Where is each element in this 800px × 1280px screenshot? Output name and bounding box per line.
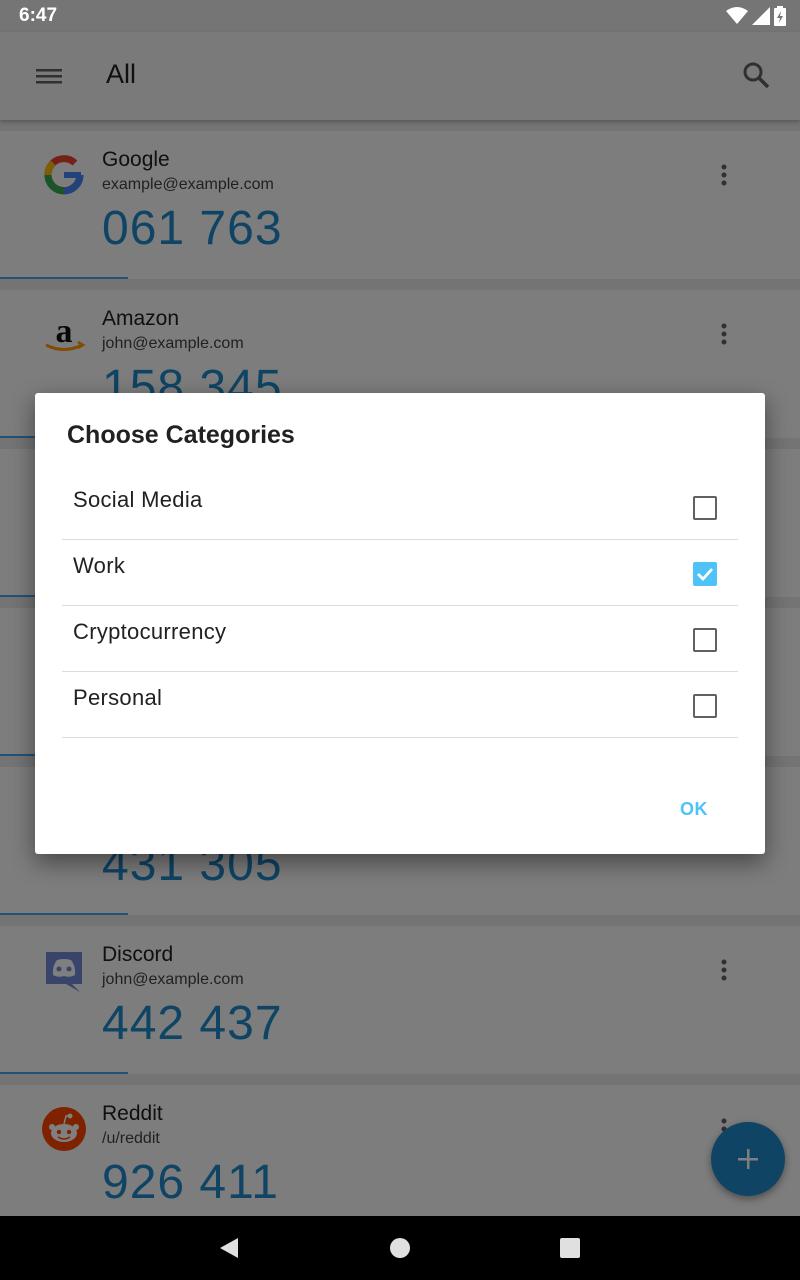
category-option-work[interactable]: Work <box>62 540 738 606</box>
home-icon[interactable] <box>389 1237 411 1259</box>
category-checkbox[interactable] <box>693 694 717 718</box>
navigation-bar <box>0 1216 800 1280</box>
category-label: Cryptocurrency <box>73 619 227 644</box>
status-icons <box>726 6 786 26</box>
dialog-title: Choose Categories <box>67 421 295 449</box>
category-label: Personal <box>73 685 163 710</box>
cell-signal-icon <box>752 7 770 25</box>
wifi-icon <box>726 7 748 24</box>
back-icon[interactable] <box>218 1237 240 1259</box>
ok-button[interactable]: OK <box>680 799 708 820</box>
category-checkbox[interactable] <box>693 562 717 586</box>
choose-categories-dialog: Choose Categories Social Media Work Cryp… <box>35 393 765 854</box>
category-checkbox[interactable] <box>693 628 717 652</box>
category-option-personal[interactable]: Personal <box>62 672 738 738</box>
status-time: 6:47 <box>19 5 58 26</box>
category-option-cryptocurrency[interactable]: Cryptocurrency <box>62 606 738 672</box>
category-option-social-media[interactable]: Social Media <box>62 474 738 540</box>
battery-icon <box>774 6 786 26</box>
status-bar: 6:47 <box>0 0 800 32</box>
category-checkbox[interactable] <box>693 496 717 520</box>
recents-icon[interactable] <box>560 1238 580 1258</box>
category-label: Social Media <box>73 487 203 512</box>
check-icon <box>697 568 714 582</box>
category-label: Work <box>73 553 126 578</box>
